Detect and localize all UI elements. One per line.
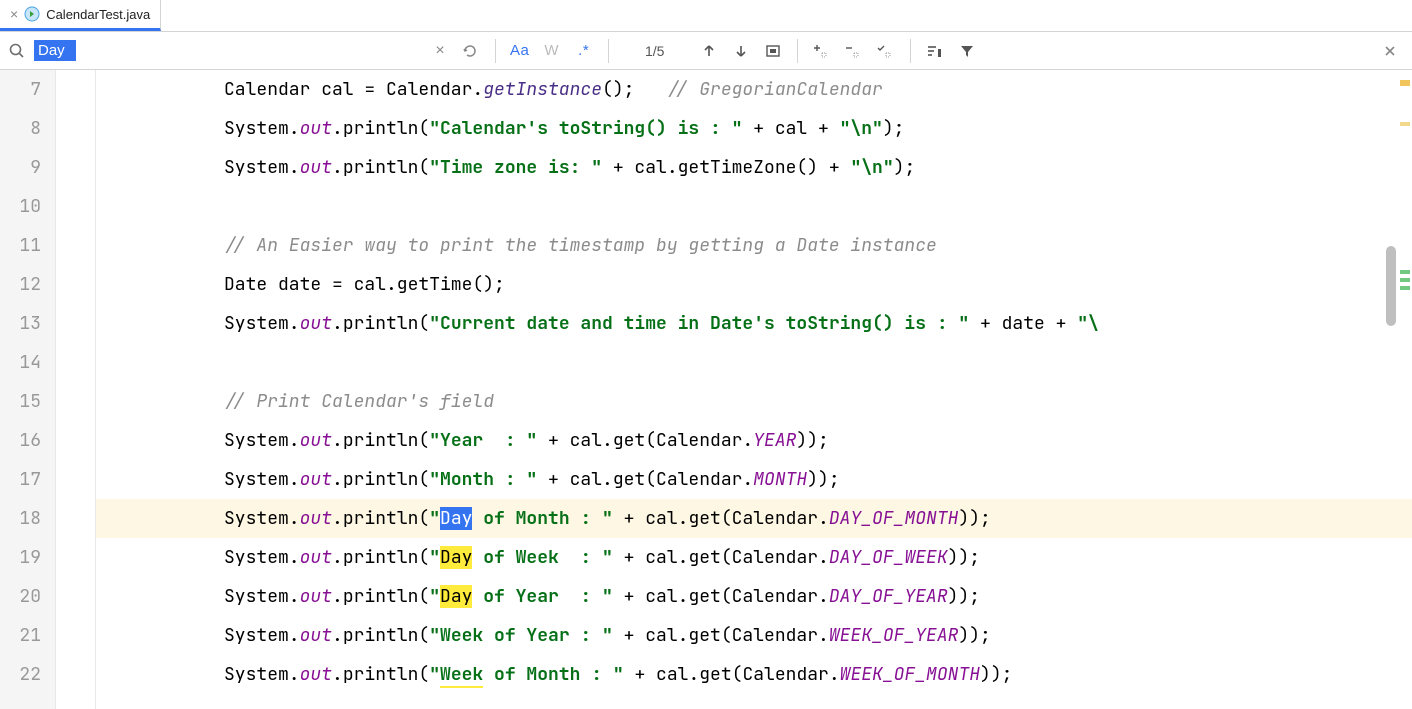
match-word-button[interactable]: W (538, 37, 566, 65)
code-line: System.out.println("Day of Month : " + c… (96, 499, 1412, 538)
line-number: 18 (0, 499, 41, 538)
code-line: System.out.println("Calendar's toString(… (96, 109, 1412, 148)
scrollbar-thumb[interactable] (1386, 246, 1396, 326)
separator (608, 39, 609, 63)
prev-match-button[interactable] (695, 37, 723, 65)
separator (495, 39, 496, 63)
search-history-icon[interactable] (455, 42, 485, 60)
code-line: Date date = cal.getTime(); (96, 265, 1412, 304)
select-all-button[interactable] (872, 37, 900, 65)
line-number: 8 (0, 109, 41, 148)
fold-strip (56, 70, 96, 709)
code-line: System.out.println("Month : " + cal.get(… (96, 460, 1412, 499)
remove-selection-button[interactable] (840, 37, 868, 65)
match-case-button[interactable]: Aa (506, 37, 534, 65)
code-line: System.out.println("Day of Week : " + ca… (96, 538, 1412, 577)
line-number: 9 (0, 148, 41, 187)
code-line: System.out.println("Year : " + cal.get(C… (96, 421, 1412, 460)
file-tab[interactable]: × CalendarTest.java (0, 0, 161, 31)
java-file-icon (24, 6, 40, 22)
separator (910, 39, 911, 63)
code-line: System.out.println("Day of Year : " + ca… (96, 577, 1412, 616)
match-count: 1/5 (619, 43, 691, 59)
code-line: System.out.println("Week of Month : " + … (96, 655, 1412, 694)
line-number: 14 (0, 343, 41, 382)
code-line: System.out.println("Time zone is: " + ca… (96, 148, 1412, 187)
line-number: 22 (0, 655, 41, 694)
line-gutter: 7 8 9 10 11 12 13 14 15 16 17 18 19 20 2… (0, 70, 56, 709)
code-line (96, 187, 1412, 226)
code-editor[interactable]: 7 8 9 10 11 12 13 14 15 16 17 18 19 20 2… (0, 70, 1412, 709)
editor-tabbar: × CalendarTest.java (0, 0, 1412, 32)
error-stripe[interactable] (1398, 70, 1412, 709)
line-number: 15 (0, 382, 41, 421)
close-find-button[interactable] (1376, 37, 1404, 65)
hint-marker[interactable] (1400, 278, 1410, 282)
line-number: 17 (0, 460, 41, 499)
code-line: System.out.println("Current date and tim… (96, 304, 1412, 343)
warning-marker[interactable] (1400, 122, 1410, 126)
tab-label: CalendarTest.java (46, 7, 150, 22)
line-number: 13 (0, 304, 41, 343)
code-line: // Print Calendar's field (96, 382, 1412, 421)
search-icon[interactable] (8, 42, 26, 60)
line-number: 19 (0, 538, 41, 577)
select-all-occurrences-button[interactable] (759, 37, 787, 65)
filter-button[interactable] (953, 37, 981, 65)
line-number: 11 (0, 226, 41, 265)
line-number: 21 (0, 616, 41, 655)
clear-search-icon[interactable]: × (429, 42, 450, 60)
find-toolbar: × Aa W .* 1/5 (0, 32, 1412, 70)
code-line: Calendar cal = Calendar.getInstance(); /… (96, 70, 1412, 109)
code-area[interactable]: Calendar cal = Calendar.getInstance(); /… (96, 70, 1412, 709)
add-selection-button[interactable] (808, 37, 836, 65)
toggle-filter-button[interactable] (921, 37, 949, 65)
hint-marker[interactable] (1400, 286, 1410, 290)
line-number: 12 (0, 265, 41, 304)
separator (797, 39, 798, 63)
line-number: 10 (0, 187, 41, 226)
tab-close-icon[interactable]: × (10, 6, 18, 22)
regex-button[interactable]: .* (570, 37, 598, 65)
next-match-button[interactable] (727, 37, 755, 65)
warning-marker[interactable] (1400, 80, 1410, 86)
line-number: 7 (0, 70, 41, 109)
search-input-wrap (30, 37, 425, 65)
line-number: 16 (0, 421, 41, 460)
code-line: System.out.println("Week of Year : " + c… (96, 616, 1412, 655)
hint-marker[interactable] (1400, 270, 1410, 274)
line-number: 20 (0, 577, 41, 616)
code-line: // An Easier way to print the timestamp … (96, 226, 1412, 265)
search-input[interactable] (34, 40, 76, 61)
code-line (96, 343, 1412, 382)
